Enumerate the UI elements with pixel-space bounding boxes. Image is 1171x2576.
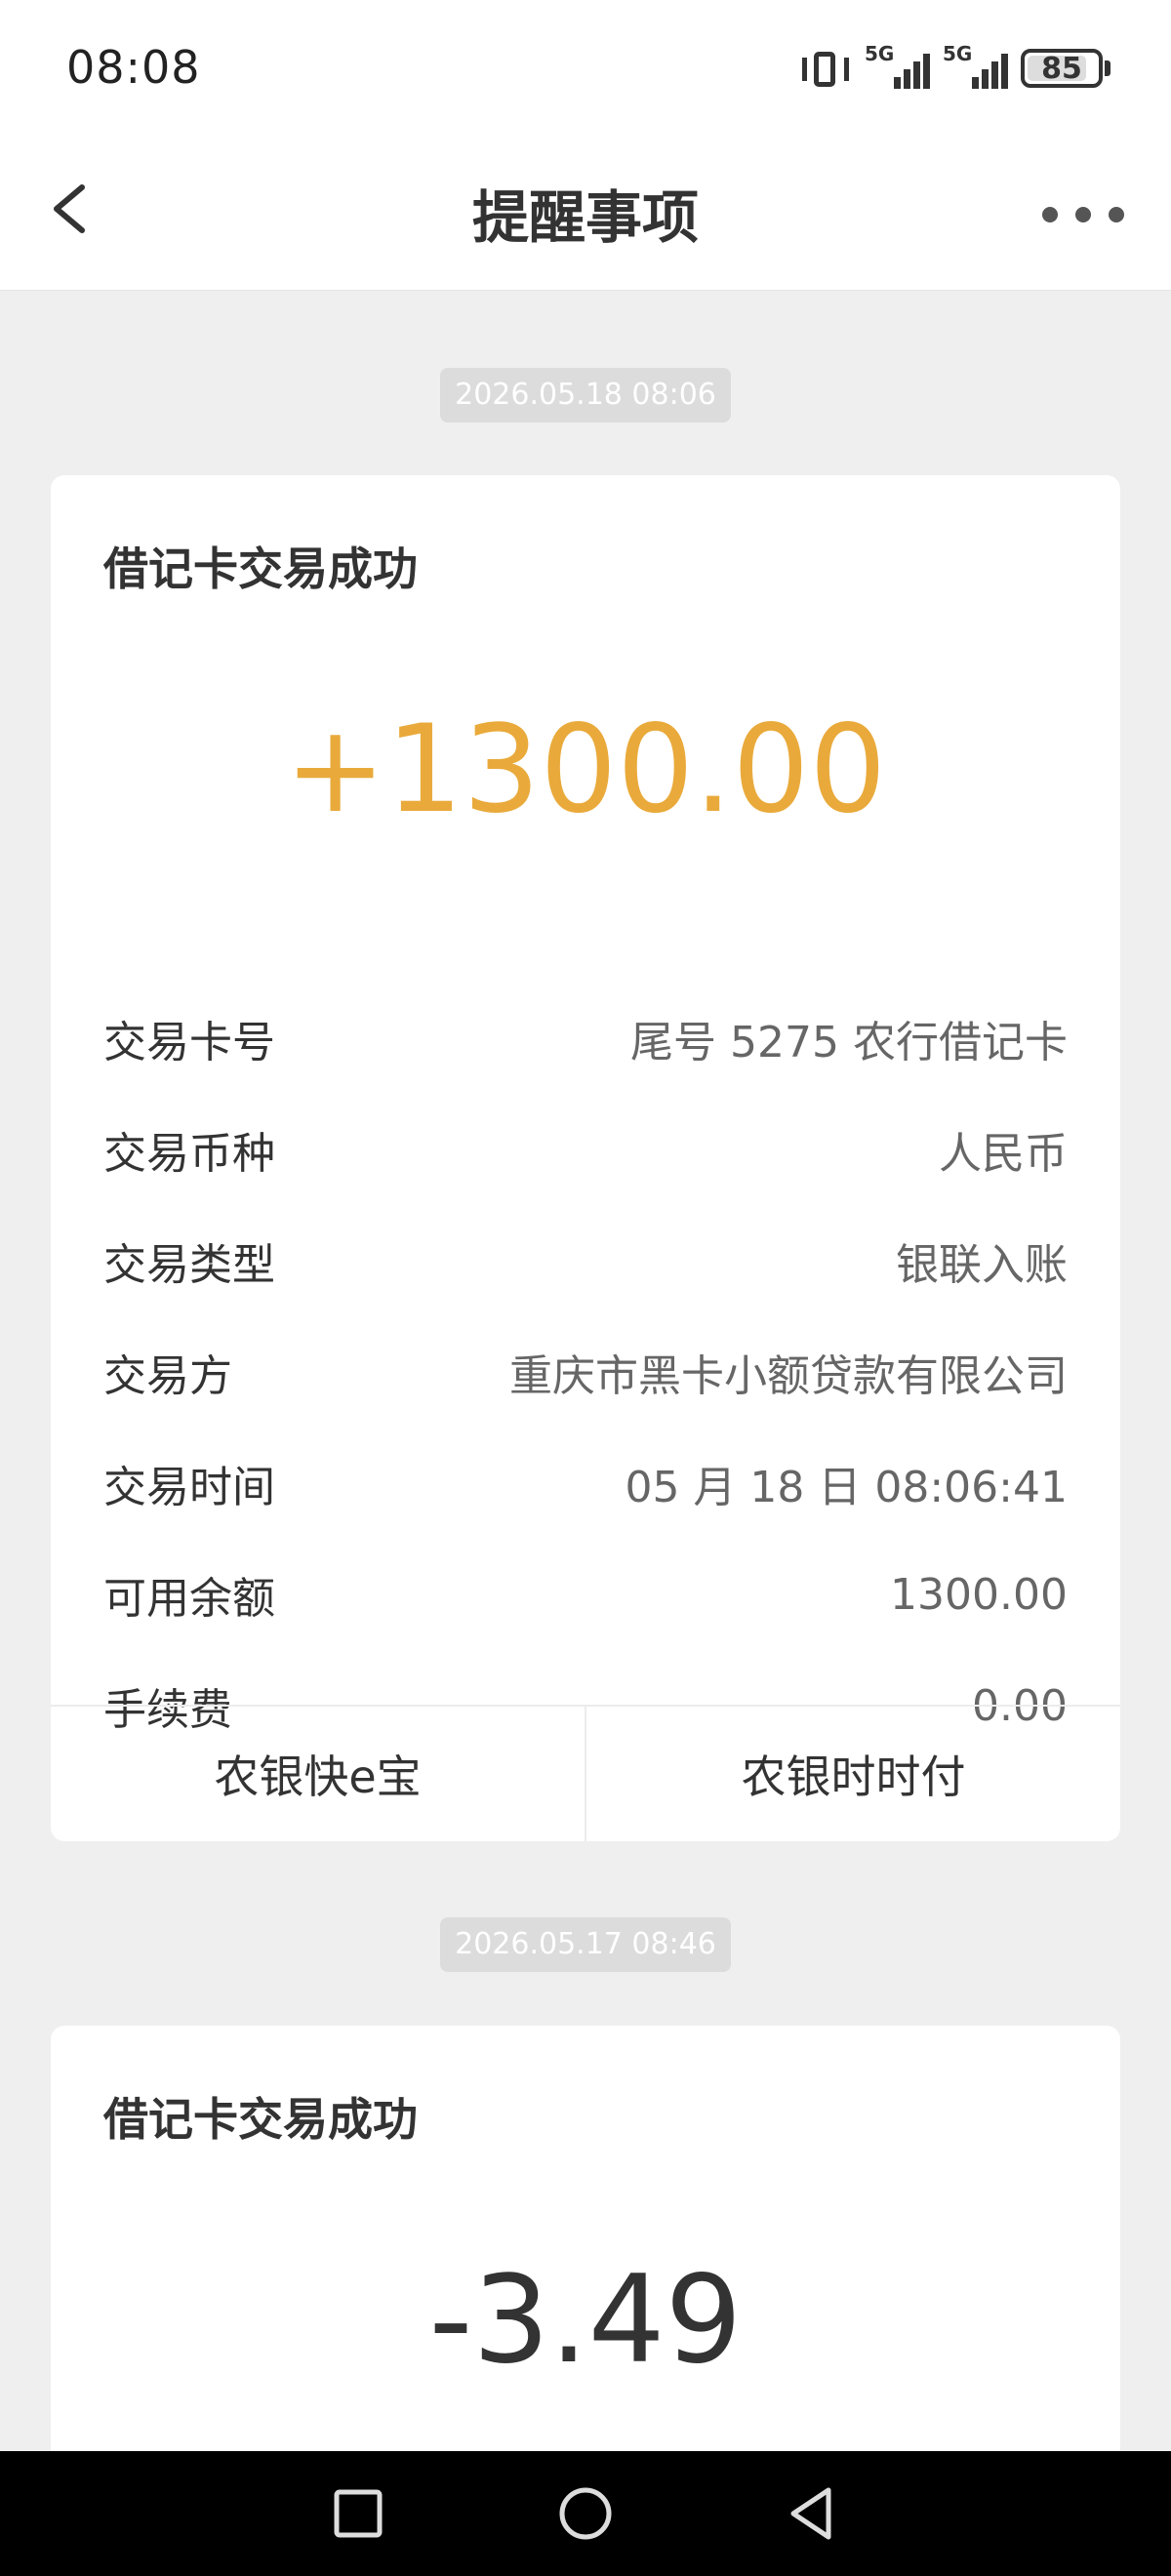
recents-button[interactable] (324, 2479, 392, 2548)
more-dot-icon (1109, 207, 1124, 222)
detail-row-time: 交易时间 05 月 18 日 08:06:41 (103, 1428, 1068, 1539)
message-date: 2026.05.18 08:06 (440, 368, 731, 423)
more-dot-icon (1042, 207, 1058, 222)
message-date: 2026.05.17 08:46 (440, 1917, 731, 1972)
detail-list: 交易卡号 尾号 5275 农行借记卡 交易币种 人民币 交易类型 银联入账 交易… (103, 983, 1068, 1761)
page-title: 提醒事项 (471, 184, 699, 251)
detail-label: 交易方 (103, 1351, 232, 1401)
battery-icon: 85 (1021, 49, 1103, 88)
detail-row-type: 交易类型 银联入账 (103, 1205, 1068, 1316)
card-title: 借记卡交易成功 (103, 2093, 418, 2146)
network-type-2: 5G (943, 42, 973, 65)
card-actions: 农银快e宝 农银时时付 (51, 1705, 1120, 1841)
detail-label: 交易币种 (103, 1129, 275, 1179)
back-nav-button[interactable] (779, 2479, 847, 2548)
detail-label: 交易时间 (103, 1463, 275, 1512)
detail-label: 可用余额 (103, 1574, 275, 1624)
square-icon (334, 2489, 383, 2538)
detail-row-currency: 交易币种 人民币 (103, 1094, 1068, 1205)
triangle-back-icon (790, 2487, 831, 2540)
status-bar: 08:08 5G 5G 85 (0, 0, 1171, 137)
status-icons: 5G 5G 85 (800, 42, 1110, 92)
signal-icon: 5G (865, 42, 930, 91)
shi-shi-fu-button[interactable]: 农银时时付 (585, 1707, 1120, 1841)
detail-value: 1300.00 (890, 1569, 1068, 1620)
detail-value: 05 月 18 日 08:06:41 (625, 1463, 1068, 1512)
vibrate-icon (800, 48, 851, 89)
home-button[interactable] (551, 2479, 620, 2548)
detail-row-card-number: 交易卡号 尾号 5275 农行借记卡 (103, 983, 1068, 1094)
detail-row-counterparty: 交易方 重庆市黑卡小额贷款有限公司 (103, 1316, 1068, 1428)
signal-icon-2: 5G (943, 42, 1008, 91)
detail-value: 人民币 (939, 1129, 1068, 1179)
system-nav-bar (0, 2451, 1171, 2576)
detail-value: 银联入账 (896, 1240, 1068, 1290)
detail-label: 交易卡号 (103, 1018, 275, 1067)
more-dot-icon (1075, 207, 1091, 222)
transaction-amount: +1300.00 (284, 700, 887, 840)
transaction-amount: -3.49 (428, 2250, 743, 2391)
card-title: 借记卡交易成功 (103, 543, 418, 595)
more-options-button[interactable] (1034, 195, 1132, 234)
detail-value: 尾号 5275 农行借记卡 (630, 1018, 1068, 1067)
detail-value: 重庆市黑卡小额贷款有限公司 (509, 1351, 1068, 1401)
network-type-1: 5G (865, 42, 895, 65)
detail-row-balance: 可用余额 1300.00 (103, 1539, 1068, 1650)
kuai-e-bao-button[interactable]: 农银快e宝 (51, 1707, 585, 1841)
detail-label: 交易类型 (103, 1240, 275, 1290)
header: 提醒事项 (0, 137, 1171, 291)
circle-icon (559, 2487, 612, 2540)
status-time: 08:08 (66, 41, 201, 94)
battery-level: 85 (1041, 51, 1082, 86)
transaction-card: 借记卡交易成功 +1300.00 交易卡号 尾号 5275 农行借记卡 交易币种… (51, 475, 1120, 1841)
